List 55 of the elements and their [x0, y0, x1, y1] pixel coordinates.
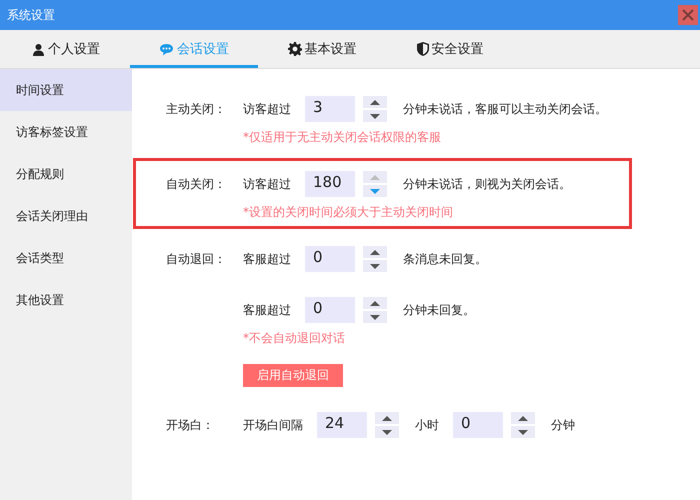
decrement-button[interactable]: [511, 426, 535, 438]
shield-icon: [416, 42, 428, 56]
field-label: 客服超过: [243, 302, 291, 318]
field-label: 条消息未回复。: [403, 250, 487, 268]
tab[interactable]: 安全设置: [386, 30, 514, 68]
down-arrow-icon: [370, 264, 380, 268]
number-field[interactable]: 180: [305, 171, 355, 197]
decrement-button[interactable]: [375, 426, 399, 438]
tab[interactable]: 个人设置: [2, 30, 130, 68]
increment-button[interactable]: [363, 96, 387, 108]
section-label: 自动退回：: [166, 251, 227, 268]
up-arrow-icon: [518, 416, 528, 420]
section-label: 自动关闭：: [166, 176, 227, 193]
section-label: 开场白：: [166, 417, 215, 434]
down-arrow-icon: [370, 188, 380, 194]
hint-text: *设置的关闭时间必须大于主动关闭时间: [243, 204, 454, 221]
down-arrow-icon: [370, 314, 380, 320]
number-field[interactable]: 24: [317, 412, 367, 438]
down-arrow-icon: [382, 430, 392, 434]
field-label: 开场白间隔: [243, 416, 303, 434]
number-field[interactable]: 0: [453, 412, 503, 438]
increment-button[interactable]: [375, 412, 399, 424]
increment-button[interactable]: [363, 246, 387, 258]
field-label: 分钟未说话，则视为关闭会话。: [403, 176, 571, 192]
hint-text: *仅适用于无主动关闭会话权限的客服: [243, 129, 442, 146]
decrement-button[interactable]: [363, 260, 387, 272]
field-label: 分钟未说话，客服可以主动关闭会话。: [403, 100, 607, 118]
up-arrow-icon: [382, 416, 392, 420]
field-label: 分钟未回复。: [403, 302, 475, 318]
decrement-button[interactable]: [363, 110, 387, 122]
increment-button[interactable]: [511, 412, 535, 424]
field-label: 客服超过: [243, 250, 291, 268]
number-field[interactable]: 0: [305, 246, 355, 272]
up-arrow-icon: [370, 250, 380, 254]
sidebar-item[interactable]: 时间设置: [0, 69, 132, 111]
down-arrow-icon: [370, 114, 380, 118]
number-field[interactable]: 0: [305, 297, 355, 323]
increment-button[interactable]: [363, 297, 387, 309]
chat-bubble-icon: [159, 42, 174, 56]
field-label: 分钟: [551, 416, 575, 434]
field-label: 小时: [415, 416, 439, 434]
hint-text: *不会自动退回对话: [243, 330, 346, 347]
up-arrow-icon: [370, 100, 380, 104]
person-icon: [32, 42, 45, 56]
field-label: 访客超过: [243, 176, 291, 192]
decrement-button[interactable]: [363, 311, 387, 323]
tab[interactable]: 基本设置: [258, 30, 386, 68]
gear-icon: [288, 42, 302, 56]
up-arrow-icon: [370, 174, 380, 180]
up-arrow-icon: [370, 300, 380, 306]
window-title: 系统设置: [7, 6, 55, 24]
number-field[interactable]: 3: [305, 96, 355, 122]
down-arrow-icon: [518, 430, 528, 434]
field-label: 访客超过: [243, 100, 291, 118]
section-label: 主动关闭：: [166, 101, 227, 118]
